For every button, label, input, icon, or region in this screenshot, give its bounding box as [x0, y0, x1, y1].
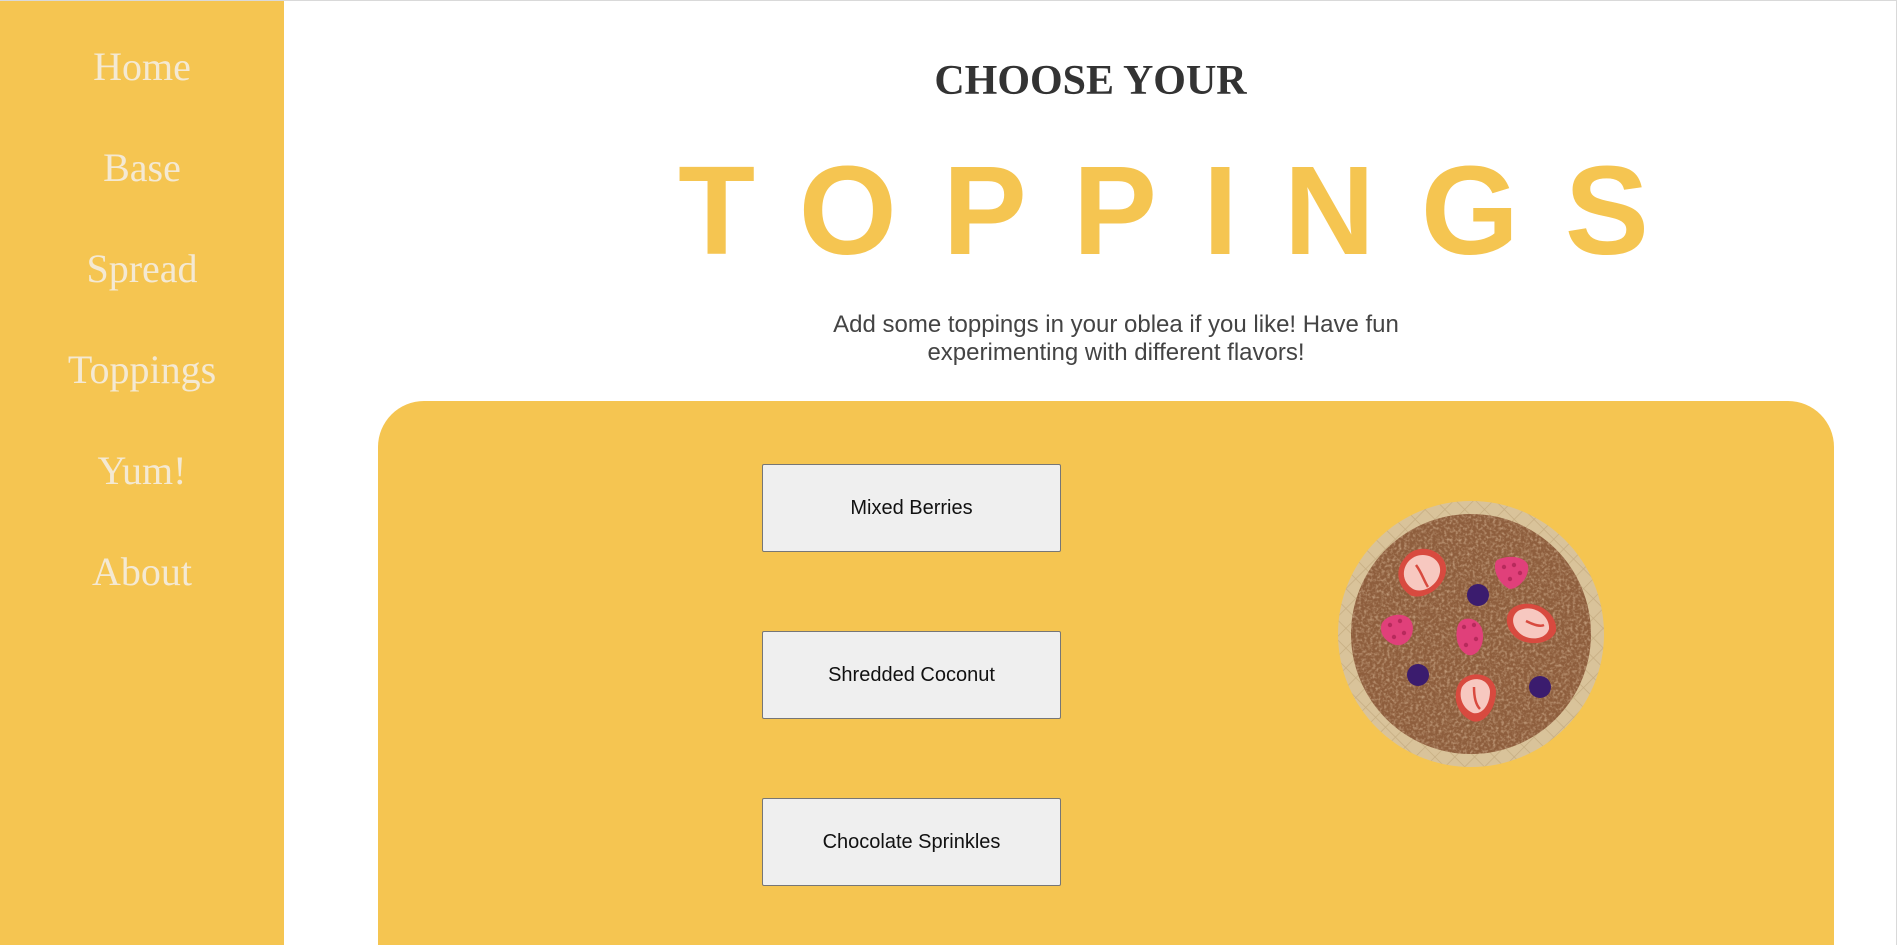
- page-description: Add some toppings in your oblea if you l…: [833, 311, 1399, 366]
- page-subtitle: CHOOSE YOUR: [934, 58, 1247, 104]
- shredded-coconut-button[interactable]: Shredded Coconut: [762, 631, 1061, 719]
- nav-toppings-link[interactable]: Toppings: [0, 346, 284, 394]
- blueberry-2: [1407, 664, 1429, 686]
- nav-yum-link[interactable]: Yum!: [0, 447, 284, 495]
- nav-about-link[interactable]: About: [0, 548, 284, 596]
- nav-spread-link[interactable]: Spread: [0, 245, 284, 293]
- page-title: TOPPINGS: [678, 140, 1695, 281]
- toppings-panel: [378, 401, 1834, 945]
- main-content: CHOOSE YOUR TOPPINGS Add some toppings i…: [284, 1, 1897, 945]
- blueberry-3: [1529, 676, 1551, 698]
- mixed-berries-button[interactable]: Mixed Berries: [762, 464, 1061, 552]
- blueberry-1: [1467, 584, 1489, 606]
- sidebar-nav: Home Base Spread Toppings Yum! About: [0, 1, 284, 945]
- chocolate-sprinkles-button[interactable]: Chocolate Sprinkles: [762, 798, 1061, 886]
- oblea-preview-image: [1338, 501, 1604, 767]
- nav-base-link[interactable]: Base: [0, 144, 284, 192]
- nav-home-link[interactable]: Home: [0, 43, 284, 91]
